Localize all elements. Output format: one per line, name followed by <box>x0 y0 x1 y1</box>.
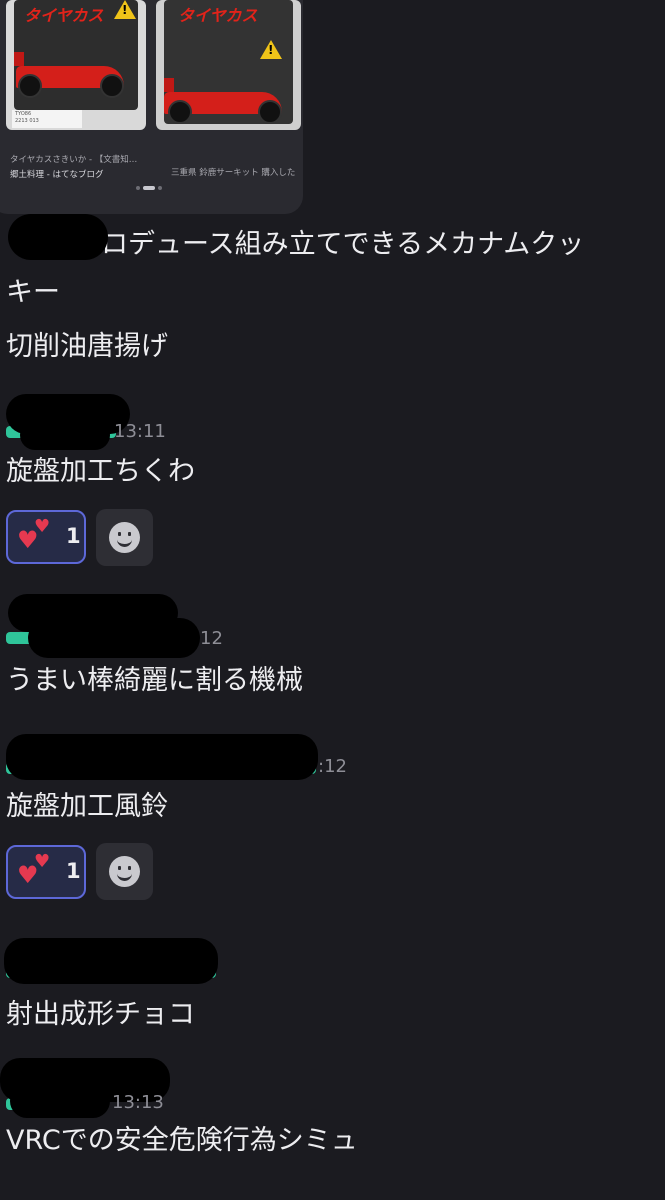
link-preview-card[interactable]: タイヤカス TYO862213 013 タイヤカス タイヤカスさきいか - 【文… <box>0 0 303 214</box>
snack-package-image: タイヤカス <box>164 0 293 124</box>
message-text: キー <box>6 277 60 308</box>
message-text: 旋盤加工ちくわ <box>6 456 195 487</box>
package-text: タイヤカス <box>24 6 104 25</box>
price-label: TYO86 2213 013 <box>12 110 82 128</box>
redaction-mark <box>6 734 318 780</box>
message-timestamp: 13:11 <box>114 421 166 442</box>
preview-image-1[interactable]: タイヤカス TYO862213 013 <box>6 0 146 130</box>
message-text: VRCでの安全危険行為シミュ <box>6 1125 358 1156</box>
message-text: 切削油唐揚げ <box>6 331 168 362</box>
warning-icon <box>260 40 282 59</box>
message-text: 旋盤加工風鈴 <box>6 791 168 822</box>
message-timestamp: :12 <box>318 756 347 777</box>
redaction-mark <box>28 618 200 658</box>
heart-icon: ♥ <box>34 516 51 537</box>
snack-package-image: タイヤカス <box>14 0 138 110</box>
warning-icon <box>114 0 136 19</box>
preview-caption-source-1: 郷土料理 - はてなブログ <box>10 170 104 180</box>
message-timestamp: 13:13 <box>112 1092 164 1113</box>
message-text: うまい棒綺麗に割る機械 <box>6 665 303 696</box>
redaction-mark <box>4 938 218 984</box>
smiley-icon <box>109 856 140 887</box>
redaction-mark <box>10 1084 110 1118</box>
smiley-icon <box>109 522 140 553</box>
preview-caption-title-2: 三重県 鈴鹿サーキット 購入した… <box>171 168 296 178</box>
preview-image-2[interactable]: タイヤカス <box>156 0 301 130</box>
preview-caption-title-1: タイヤカスさきいか - 【文書知… <box>10 155 138 165</box>
message-timestamp: 12 <box>200 628 223 649</box>
carousel-pager[interactable] <box>136 186 162 190</box>
redaction-mark <box>8 214 108 260</box>
pager-dot[interactable] <box>158 186 162 190</box>
reaction-count: 1 <box>66 524 81 548</box>
package-text: タイヤカス <box>178 6 258 25</box>
pager-dot[interactable] <box>136 186 140 190</box>
reaction-heart[interactable]: ♥ ♥ 1 <box>6 845 86 899</box>
reaction-heart[interactable]: ♥ ♥ 1 <box>6 510 86 564</box>
add-reaction-button[interactable] <box>96 509 153 566</box>
pager-dot-active[interactable] <box>143 186 155 190</box>
heart-icon: ♥ <box>34 851 51 872</box>
message-text: 射出成形チョコ <box>6 999 195 1030</box>
add-reaction-button[interactable] <box>96 843 153 900</box>
reaction-count: 1 <box>66 859 81 883</box>
